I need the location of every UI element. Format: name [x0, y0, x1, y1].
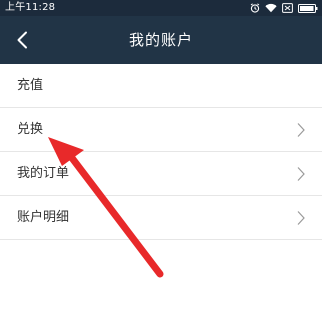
chevron-right-icon	[297, 167, 305, 181]
menu-item-label: 充值	[17, 78, 44, 93]
menu-item-label: 兑换	[17, 122, 44, 137]
menu-item-account-details[interactable]: 账户明细	[0, 196, 322, 240]
chevron-right-icon	[297, 211, 305, 225]
screen: 上午11:28 我的账户 充值 兑换 我的订单 账户明细	[0, 0, 322, 335]
menu-item-recharge[interactable]: 充值	[0, 64, 322, 108]
battery-icon	[298, 3, 318, 13]
status-bar: 上午11:28	[0, 0, 322, 16]
menu-item-my-orders[interactable]: 我的订单	[0, 152, 322, 196]
chevron-right-icon	[297, 123, 305, 137]
status-icons	[250, 0, 318, 16]
account-menu-list: 充值 兑换 我的订单 账户明细	[0, 64, 322, 240]
app-header: 我的账户	[0, 16, 322, 64]
status-time: 上午11:28	[5, 2, 56, 13]
page-title: 我的账户	[128, 31, 193, 49]
alarm-icon	[250, 3, 260, 13]
menu-item-label: 我的订单	[17, 166, 70, 181]
menu-item-redeem[interactable]: 兑换	[0, 108, 322, 152]
wifi-icon	[265, 3, 277, 13]
sim-blocked-icon	[282, 3, 293, 13]
menu-item-label: 账户明细	[17, 210, 70, 225]
